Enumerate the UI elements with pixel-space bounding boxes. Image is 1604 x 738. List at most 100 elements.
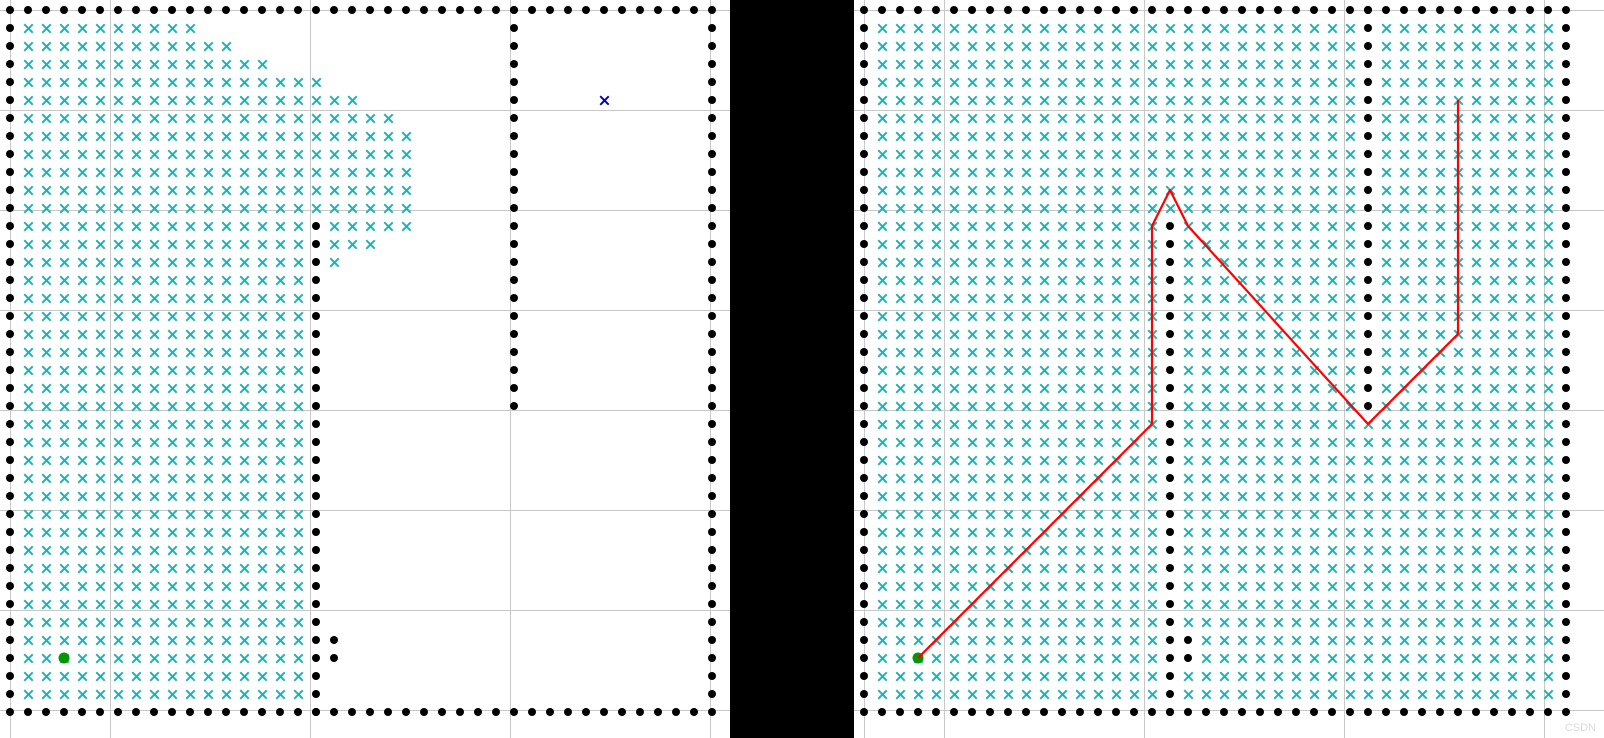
explored-cross bbox=[1183, 185, 1194, 196]
explored-cross bbox=[1003, 527, 1014, 538]
explored-cross bbox=[1003, 689, 1014, 700]
explored-cross bbox=[877, 419, 888, 430]
explored-cross bbox=[1363, 671, 1374, 682]
explored-cross bbox=[1471, 563, 1482, 574]
explored-cross bbox=[131, 239, 142, 250]
explored-cross bbox=[1093, 581, 1104, 592]
explored-cross bbox=[1039, 383, 1050, 394]
explored-cross bbox=[1507, 419, 1518, 430]
obstacle-dot bbox=[312, 402, 320, 410]
explored-cross bbox=[1255, 599, 1266, 610]
explored-cross bbox=[1165, 167, 1176, 178]
explored-cross bbox=[1237, 275, 1248, 286]
explored-cross bbox=[895, 635, 906, 646]
explored-cross bbox=[1219, 383, 1230, 394]
obstacle-dot bbox=[1436, 708, 1444, 716]
obstacle-dot bbox=[1562, 474, 1570, 482]
explored-cross bbox=[1219, 617, 1230, 628]
obstacle-dot bbox=[6, 24, 14, 32]
explored-cross bbox=[185, 257, 196, 268]
explored-cross bbox=[931, 599, 942, 610]
obstacle-dot bbox=[1364, 402, 1372, 410]
explored-cross bbox=[1273, 149, 1284, 160]
explored-cross bbox=[1003, 437, 1014, 448]
explored-cross bbox=[967, 689, 978, 700]
explored-cross bbox=[1201, 419, 1212, 430]
explored-cross bbox=[1255, 563, 1266, 574]
explored-cross bbox=[185, 59, 196, 70]
obstacle-dot bbox=[1526, 708, 1534, 716]
explored-cross bbox=[41, 491, 52, 502]
obstacle-dot bbox=[968, 708, 976, 716]
explored-cross bbox=[347, 113, 358, 124]
explored-cross bbox=[1057, 23, 1068, 34]
explored-cross bbox=[113, 581, 124, 592]
explored-cross bbox=[77, 131, 88, 142]
explored-cross bbox=[1147, 455, 1158, 466]
explored-cross bbox=[1255, 581, 1266, 592]
explored-cross bbox=[1021, 383, 1032, 394]
explored-cross bbox=[167, 23, 178, 34]
explored-cross bbox=[149, 77, 160, 88]
explored-cross bbox=[985, 95, 996, 106]
explored-cross bbox=[329, 131, 340, 142]
explored-cross bbox=[1309, 293, 1320, 304]
obstacle-dot bbox=[1364, 186, 1372, 194]
explored-cross bbox=[1021, 185, 1032, 196]
explored-cross bbox=[1237, 491, 1248, 502]
explored-cross bbox=[1453, 419, 1464, 430]
obstacle-dot bbox=[1166, 294, 1174, 302]
explored-cross bbox=[257, 77, 268, 88]
explored-cross bbox=[1363, 491, 1374, 502]
explored-cross bbox=[1057, 113, 1068, 124]
obstacle-dot bbox=[1022, 708, 1030, 716]
explored-cross bbox=[1039, 473, 1050, 484]
explored-cross bbox=[1291, 131, 1302, 142]
explored-cross bbox=[203, 599, 214, 610]
explored-cross bbox=[293, 653, 304, 664]
explored-cross bbox=[1435, 23, 1446, 34]
explored-cross bbox=[113, 95, 124, 106]
explored-cross bbox=[985, 419, 996, 430]
explored-cross bbox=[1057, 491, 1068, 502]
explored-cross bbox=[1525, 527, 1536, 538]
explored-cross bbox=[23, 329, 34, 340]
explored-cross bbox=[293, 113, 304, 124]
explored-cross bbox=[895, 617, 906, 628]
explored-cross bbox=[1291, 41, 1302, 52]
explored-cross bbox=[23, 491, 34, 502]
explored-cross bbox=[1003, 59, 1014, 70]
explored-cross bbox=[149, 167, 160, 178]
explored-cross bbox=[1003, 275, 1014, 286]
explored-cross bbox=[913, 239, 924, 250]
explored-cross bbox=[1093, 671, 1104, 682]
explored-cross bbox=[77, 671, 88, 682]
explored-cross bbox=[365, 239, 376, 250]
explored-cross bbox=[1417, 329, 1428, 340]
explored-cross bbox=[1435, 167, 1446, 178]
explored-cross bbox=[95, 149, 106, 160]
explored-cross bbox=[1111, 455, 1122, 466]
obstacle-dot bbox=[1022, 6, 1030, 14]
obstacle-dot bbox=[312, 384, 320, 392]
obstacle-dot bbox=[1310, 6, 1318, 14]
explored-cross bbox=[1237, 23, 1248, 34]
explored-cross bbox=[293, 185, 304, 196]
explored-cross bbox=[1453, 221, 1464, 232]
explored-cross bbox=[1273, 383, 1284, 394]
explored-cross bbox=[1021, 527, 1032, 538]
explored-cross bbox=[1039, 689, 1050, 700]
explored-cross bbox=[913, 59, 924, 70]
explored-cross bbox=[895, 95, 906, 106]
explored-cross bbox=[203, 275, 214, 286]
explored-cross bbox=[1453, 239, 1464, 250]
explored-cross bbox=[167, 527, 178, 538]
explored-cross bbox=[1075, 491, 1086, 502]
explored-cross bbox=[1111, 527, 1122, 538]
explored-cross bbox=[1147, 689, 1158, 700]
explored-cross bbox=[1255, 365, 1266, 376]
explored-cross bbox=[347, 221, 358, 232]
explored-cross bbox=[1273, 563, 1284, 574]
explored-cross bbox=[203, 167, 214, 178]
explored-cross bbox=[1273, 329, 1284, 340]
